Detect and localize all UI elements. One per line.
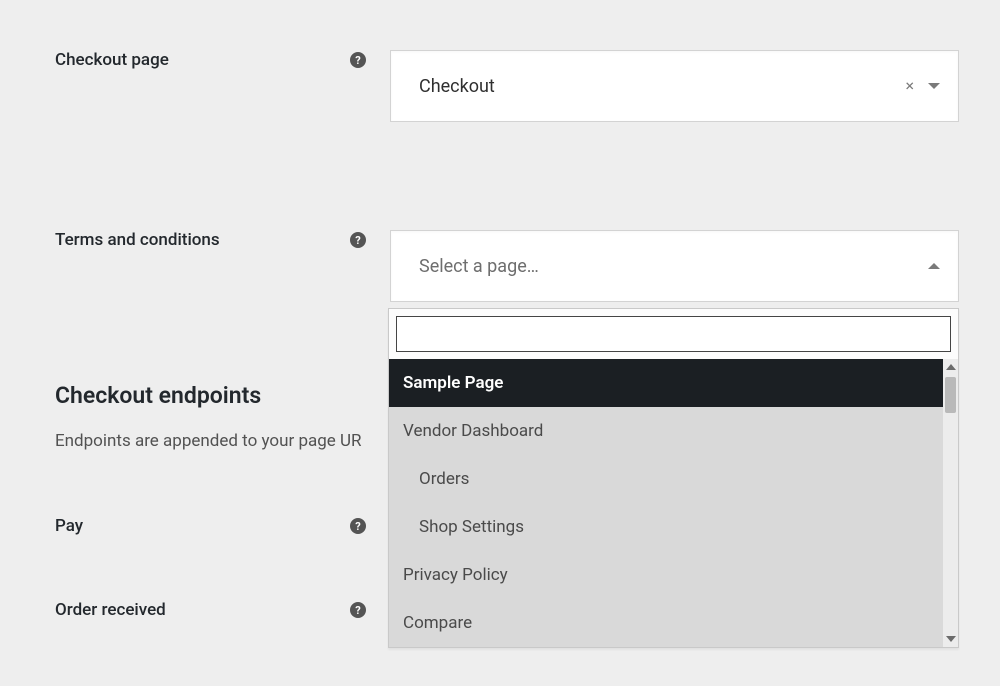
chevron-up-icon (928, 263, 940, 269)
dropdown-option[interactable]: Shop Settings (389, 503, 958, 551)
field-col: Checkout × (390, 50, 959, 122)
dropdown-option[interactable]: Compare (389, 599, 958, 647)
select-placeholder: Select a page… (419, 256, 539, 277)
field-row-terms: Terms and conditions ? Select a page… (0, 230, 1000, 302)
label-text: Pay (55, 516, 83, 536)
dropdown-scrollbar[interactable] (943, 359, 958, 647)
help-icon[interactable]: ? (350, 602, 366, 618)
label-text: Checkout page (55, 50, 169, 70)
dropdown-option[interactable]: Sample Page (389, 359, 958, 407)
scroll-down-icon[interactable] (946, 636, 956, 642)
terms-select[interactable]: Select a page… (390, 230, 959, 302)
clear-icon[interactable]: × (905, 76, 914, 95)
label-order-received: Order received ? (55, 600, 350, 620)
help-icon[interactable]: ? (350, 232, 366, 248)
dropdown-option[interactable]: Privacy Policy (389, 551, 958, 599)
checkout-page-select[interactable]: Checkout × (390, 50, 959, 122)
scroll-up-icon[interactable] (946, 364, 956, 370)
label-terms: Terms and conditions ? (55, 230, 350, 250)
dropdown-search-input[interactable] (396, 316, 951, 352)
label-text: Terms and conditions (55, 230, 220, 250)
help-icon[interactable]: ? (350, 518, 366, 534)
scroll-thumb[interactable] (945, 377, 956, 413)
chevron-down-icon (928, 83, 940, 89)
field-row-checkout-page: Checkout page ? Checkout × (0, 50, 1000, 122)
dropdown-option[interactable]: Vendor Dashboard (389, 407, 958, 455)
dropdown-search-wrap (389, 309, 958, 359)
label-pay: Pay ? (55, 516, 350, 536)
field-col: Select a page… (390, 230, 959, 302)
label-checkout-page: Checkout page ? (55, 50, 350, 70)
terms-dropdown-panel: Sample Page Vendor Dashboard Orders Shop… (388, 308, 959, 648)
dropdown-option[interactable]: Orders (389, 455, 958, 503)
help-icon[interactable]: ? (350, 52, 366, 68)
dropdown-results: Sample Page Vendor Dashboard Orders Shop… (389, 359, 958, 647)
select-value: Checkout (419, 76, 495, 97)
label-text: Order received (55, 600, 166, 620)
